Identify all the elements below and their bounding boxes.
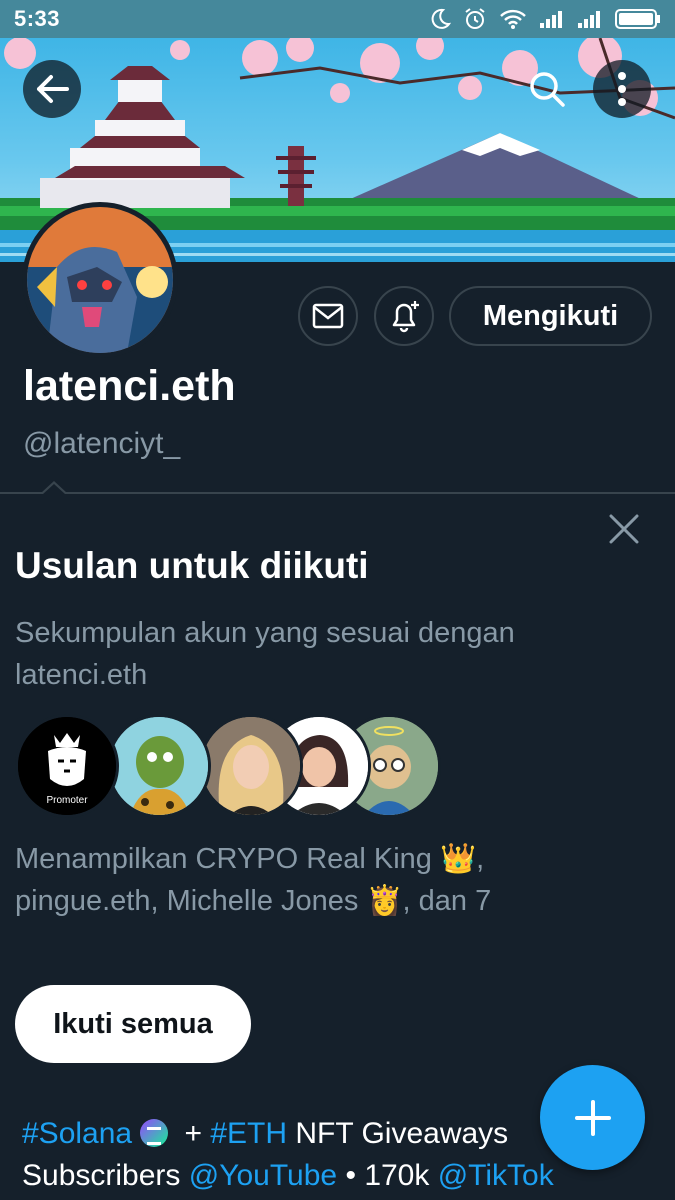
bio-plus: + bbox=[184, 1117, 202, 1150]
suggested-avatar-caption: Promoter bbox=[46, 795, 88, 806]
mention-tiktok[interactable]: @TikTok bbox=[438, 1159, 554, 1192]
suggested-avatar-1[interactable]: Promoter bbox=[15, 714, 119, 818]
suggested-avatars[interactable]: Promoter bbox=[15, 714, 445, 818]
alarm-icon bbox=[465, 8, 485, 29]
suggestions-title: Usulan untuk diikuti bbox=[15, 545, 369, 586]
search-icon bbox=[530, 72, 565, 107]
suggestions-showing-text: Menampilkan CRYPO Real King 👑, pingue.et… bbox=[15, 843, 492, 917]
compose-plus-icon bbox=[574, 1099, 611, 1136]
notifications-button[interactable] bbox=[374, 286, 434, 346]
profile-avatar[interactable] bbox=[22, 202, 178, 358]
more-vertical-icon bbox=[618, 72, 626, 106]
back-button[interactable] bbox=[23, 60, 81, 118]
compose-tweet-button[interactable] bbox=[540, 1065, 645, 1170]
status-bar: 5:33 bbox=[0, 0, 675, 38]
suggestions-description: Sekumpulan akun yang sesuai dengan laten… bbox=[15, 617, 515, 691]
moon-icon bbox=[431, 8, 451, 29]
wifi-icon bbox=[500, 9, 526, 29]
hashtag-solana[interactable]: #Solana bbox=[22, 1117, 132, 1150]
lion-logo-image: Promoter bbox=[18, 717, 116, 815]
status-time: 5:33 bbox=[14, 6, 61, 31]
more-options-button[interactable] bbox=[593, 60, 651, 118]
bio-text-2: Subscribers bbox=[22, 1159, 181, 1192]
bell-plus-icon bbox=[392, 301, 419, 333]
ape-image bbox=[110, 717, 208, 815]
solana-icon bbox=[140, 1119, 169, 1147]
hashtag-eth[interactable]: #ETH bbox=[210, 1117, 287, 1150]
back-arrow-icon bbox=[37, 75, 69, 103]
close-icon bbox=[609, 514, 639, 544]
avatar-image bbox=[27, 207, 173, 353]
bio-text-1: NFT Giveaways bbox=[295, 1117, 509, 1150]
search-button[interactable] bbox=[518, 60, 576, 118]
dismiss-suggestions-button[interactable] bbox=[606, 511, 642, 547]
bio-separator: • bbox=[345, 1159, 356, 1192]
suggested-avatar-2[interactable] bbox=[107, 714, 211, 818]
section-divider bbox=[0, 492, 675, 494]
divider-notch-inner bbox=[43, 484, 65, 494]
suggested-avatar-3[interactable] bbox=[199, 714, 303, 818]
bio-count: 170k bbox=[364, 1159, 430, 1192]
profile-screen: 5:33 Mengikuti latenci.eth @latenciyt_ U… bbox=[0, 0, 675, 1200]
status-icons bbox=[429, 7, 661, 31]
battery-icon bbox=[615, 9, 660, 29]
display-name: latenci.eth bbox=[23, 362, 236, 410]
mention-youtube[interactable]: @YouTube bbox=[189, 1159, 337, 1192]
woman-photo-image bbox=[202, 717, 300, 815]
user-handle: @latenciyt_ bbox=[23, 427, 181, 460]
mail-icon bbox=[312, 303, 344, 329]
signal-icon-2 bbox=[578, 11, 600, 28]
following-button[interactable]: Mengikuti bbox=[449, 286, 652, 346]
follow-all-button[interactable]: Ikuti semua bbox=[15, 985, 251, 1063]
message-button[interactable] bbox=[298, 286, 358, 346]
signal-icon bbox=[540, 11, 562, 28]
